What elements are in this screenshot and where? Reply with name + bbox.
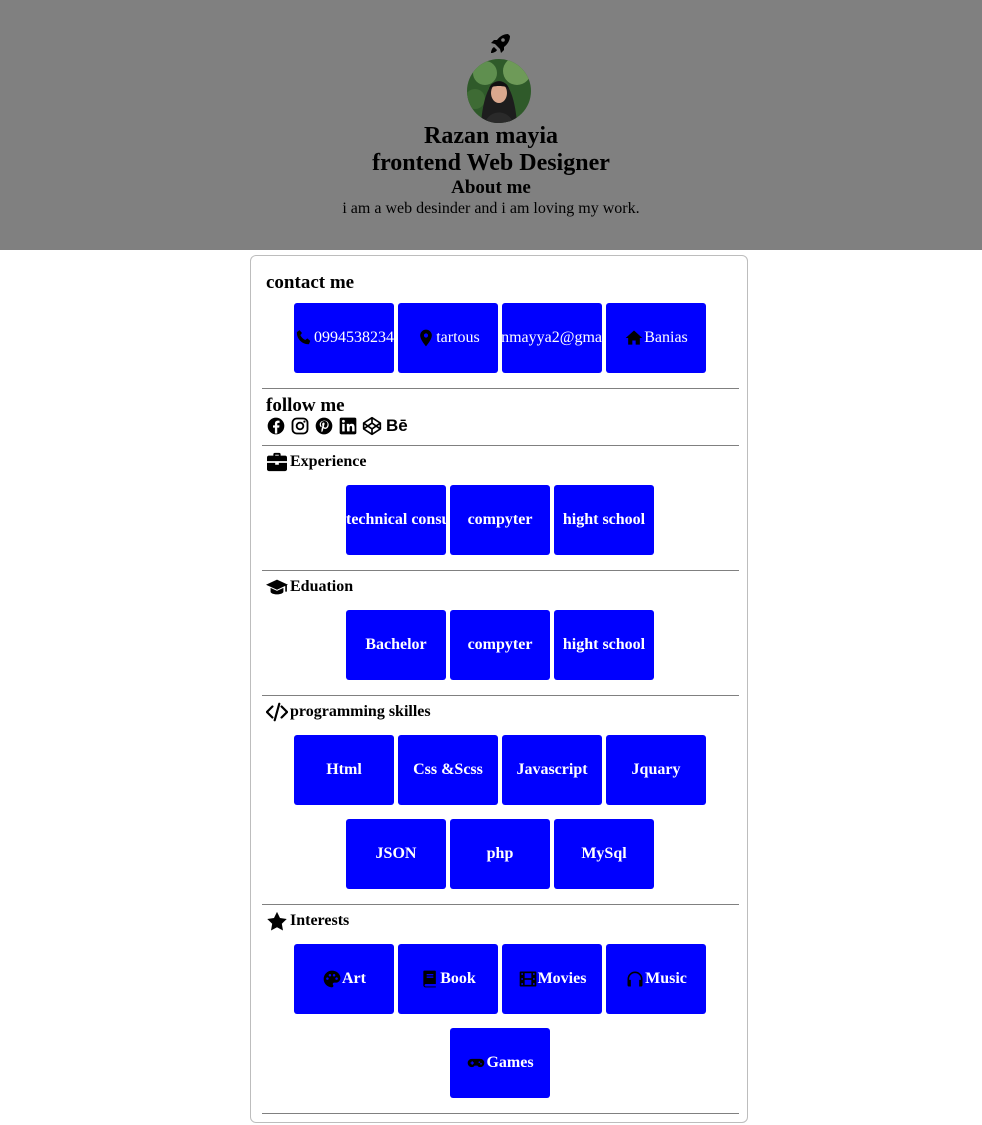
follow-heading: follow me <box>266 395 345 416</box>
skills-heading-text: programming skilles <box>290 703 431 720</box>
divider <box>262 570 739 571</box>
palette-icon <box>322 969 342 989</box>
skills-heading: programming skilles <box>266 702 431 722</box>
behance-icon[interactable]: Bē <box>386 416 408 436</box>
divider <box>262 388 739 389</box>
divider <box>262 1113 739 1114</box>
contact-location[interactable]: tartous <box>398 303 498 373</box>
interests-row-1: Art Book Movies Music <box>251 944 749 1014</box>
interest-games[interactable]: Games <box>450 1028 550 1098</box>
home-icon <box>624 328 644 348</box>
interest-movies[interactable]: Movies <box>502 944 602 1014</box>
education-heading: Eduation <box>266 577 353 597</box>
graduation-cap-icon <box>266 579 288 595</box>
map-pin-icon <box>416 328 436 348</box>
interests-heading: Interests <box>266 911 349 931</box>
experience-heading-text: Experience <box>290 453 367 470</box>
divider <box>262 904 739 905</box>
skill-item[interactable]: Html <box>294 735 394 805</box>
film-icon <box>518 969 538 989</box>
experience-item[interactable]: hight school <box>554 485 654 555</box>
profile-title: frontend Web Designer <box>372 150 610 176</box>
interests-heading-text: Interests <box>290 912 350 929</box>
skill-item[interactable]: MySql <box>554 819 654 889</box>
headphones-icon <box>625 969 645 989</box>
education-item[interactable]: compyter <box>450 610 550 680</box>
contact-city[interactable]: Banias <box>606 303 706 373</box>
rocket-icon <box>488 32 512 56</box>
interest-label: Book <box>440 970 476 987</box>
pinterest-icon[interactable] <box>314 416 334 436</box>
interest-label: Games <box>486 1054 534 1071</box>
interests-row-2: Games <box>251 1028 749 1098</box>
divider <box>262 695 739 696</box>
interest-label: Art <box>342 970 366 987</box>
skill-item[interactable]: Javascript <box>502 735 602 805</box>
contact-phone[interactable]: 0994538234 <box>294 303 394 373</box>
skill-item[interactable]: Jquary <box>606 735 706 805</box>
education-row: Bachelor compyter hight school <box>251 610 749 680</box>
contact-phone-text: 0994538234 <box>314 329 394 346</box>
profile-name: Razan mayia <box>424 123 558 149</box>
interest-label: Movies <box>537 970 587 987</box>
profile-header: Razan mayia frontend Web Designer About … <box>0 0 982 250</box>
skill-item[interactable]: php <box>450 819 550 889</box>
interest-music[interactable]: Music <box>606 944 706 1014</box>
contact-heading: contact me <box>266 272 355 293</box>
code-icon <box>266 702 288 722</box>
contact-location-text: tartous <box>436 329 480 346</box>
experience-item[interactable]: technical consu <box>346 485 446 555</box>
about-heading: About me <box>451 177 531 198</box>
education-item[interactable]: hight school <box>554 610 654 680</box>
codepen-icon[interactable] <box>362 416 382 436</box>
experience-row: technical consu compyter hight school <box>251 485 749 555</box>
experience-item[interactable]: compyter <box>450 485 550 555</box>
social-links: Bē <box>266 416 408 436</box>
skill-item[interactable]: JSON <box>346 819 446 889</box>
skills-row-2: JSON php MySql <box>251 819 749 889</box>
contact-city-text: Banias <box>644 329 688 346</box>
star-icon <box>267 911 287 931</box>
skills-row-1: Html Css &Scss Javascript Jquary <box>251 735 749 805</box>
resume-card: contact me 0994538234 tartous anmayya2@g… <box>250 255 748 1123</box>
interest-label: Music <box>645 970 687 987</box>
interest-art[interactable]: Art <box>294 944 394 1014</box>
education-item[interactable]: Bachelor <box>346 610 446 680</box>
skill-item[interactable]: Css &Scss <box>398 735 498 805</box>
linkedin-icon[interactable] <box>338 416 358 436</box>
facebook-icon[interactable] <box>266 416 286 436</box>
contact-email[interactable]: anmayya2@gma <box>502 303 602 373</box>
contact-email-text: anmayya2@gma <box>502 329 602 346</box>
briefcase-icon <box>267 452 287 472</box>
about-text: i am a web desinder and i am loving my w… <box>342 200 640 217</box>
gamepad-icon <box>466 1053 486 1073</box>
experience-heading: Experience <box>266 452 366 472</box>
avatar <box>467 59 531 123</box>
divider <box>262 445 739 446</box>
instagram-icon[interactable] <box>290 416 310 436</box>
education-heading-text: Eduation <box>290 578 354 595</box>
phone-icon <box>294 328 314 348</box>
interest-book[interactable]: Book <box>398 944 498 1014</box>
book-icon <box>420 969 440 989</box>
contact-row: 0994538234 tartous anmayya2@gma Banias <box>251 303 749 373</box>
